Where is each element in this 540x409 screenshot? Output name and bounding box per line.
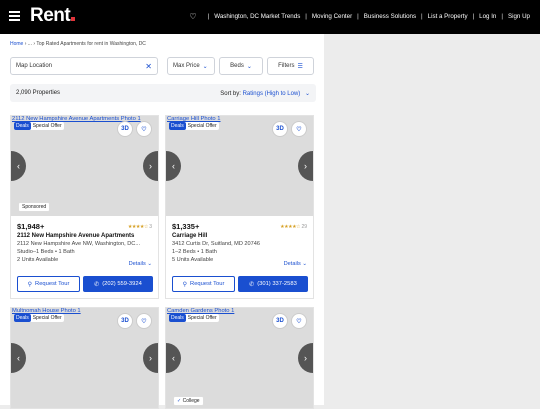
listing-beds: 1–2 Beds • 1 Bath xyxy=(172,249,217,255)
star-rating-icon: ★★★★☆ xyxy=(280,224,301,230)
beds-dropdown[interactable]: Beds ⌄ xyxy=(219,57,263,75)
next-photo-button[interactable]: › xyxy=(298,343,313,373)
favorite-heart-icon[interactable]: ♡ xyxy=(291,313,307,329)
listing-name[interactable]: Carriage Hill xyxy=(172,233,307,239)
chevron-down-icon: ⌄ xyxy=(302,261,307,267)
nav-market-trends[interactable]: Washington, DC Market Trends xyxy=(214,13,300,20)
chevron-down-icon: ⌄ xyxy=(202,63,208,70)
next-photo-button[interactable]: › xyxy=(298,151,313,181)
special-offer-label: Special Offer xyxy=(32,123,62,129)
max-price-dropdown[interactable]: Max Price ⌄ xyxy=(167,57,215,75)
chevron-down-icon: ⌄ xyxy=(304,90,310,97)
favorite-heart-icon[interactable]: ♡ xyxy=(291,121,307,137)
details-link[interactable]: Details ⌄ xyxy=(129,261,152,267)
special-offer-label: Special Offer xyxy=(187,123,217,129)
listing-photo[interactable]: Camden Gardens Photo 1 Deals Special Offe… xyxy=(166,308,313,408)
deals-badge: Deals Special Offer xyxy=(14,122,64,130)
site-logo[interactable]: Rent xyxy=(30,5,76,27)
tour-3d-button[interactable]: 3D xyxy=(272,121,288,137)
rating: ★★★★☆ 29 xyxy=(280,224,307,230)
chevron-down-icon: ⌄ xyxy=(246,63,252,70)
sliders-icon: ☰ xyxy=(297,63,303,70)
previous-photo-button[interactable]: ‹ xyxy=(166,151,181,181)
listing-card[interactable]: Camden Gardens Photo 1 Deals Special Offe… xyxy=(165,307,314,409)
breadcrumb-home[interactable]: Home xyxy=(10,41,23,47)
listing-info: $1,335+ ★★★★☆ 29 Carriage Hill 3412 Curt… xyxy=(166,216,313,298)
results-bar: 2,090 Properties Sort by: Ratings (High … xyxy=(10,84,316,102)
listing-photo[interactable]: Carriage Hill Photo 1 Deals Special Offer… xyxy=(166,116,313,216)
nav-list-property[interactable]: List a Property xyxy=(428,13,468,20)
next-photo-button[interactable]: › xyxy=(143,343,158,373)
deals-label: Deals xyxy=(14,314,31,322)
listing-photo[interactable]: 2112 New Hampshire Avenue Apartments Pho… xyxy=(11,116,158,216)
person-icon: ⚲ xyxy=(182,281,188,288)
sort-dropdown[interactable]: Sort by: Ratings (High to Low) ⌄ xyxy=(220,90,310,97)
star-rating-icon: ★★★★☆ xyxy=(127,224,148,230)
previous-photo-button[interactable]: ‹ xyxy=(11,151,26,181)
tour-3d-button[interactable]: 3D xyxy=(117,313,133,329)
details-link[interactable]: Details ⌄ xyxy=(284,261,307,267)
phone-icon: ✆ xyxy=(94,281,100,288)
clear-icon[interactable]: ✕ xyxy=(145,62,152,71)
tour-3d-button[interactable]: 3D xyxy=(117,121,133,137)
location-input[interactable]: Map Location ✕ xyxy=(10,57,158,75)
top-header: Rent ♡ | Washington, DC Market Trends | … xyxy=(0,0,540,34)
listing-photo[interactable]: Multnomah House Photo 1 Deals Special Off… xyxy=(11,308,158,408)
chevron-down-icon: ⌄ xyxy=(147,261,152,267)
rating: ★★★★☆ 3 xyxy=(128,224,152,230)
sort-label: Sort by: xyxy=(220,90,241,97)
special-offer-label: Special Offer xyxy=(32,315,62,321)
nav-business-solutions[interactable]: Business Solutions xyxy=(364,13,416,20)
heart-icon[interactable]: ♡ xyxy=(189,12,196,21)
sponsored-tag: Sponsored xyxy=(18,202,51,212)
map-area[interactable] xyxy=(324,34,540,405)
request-tour-button[interactable]: ⚲ Request Tour xyxy=(172,276,235,292)
previous-photo-button[interactable]: ‹ xyxy=(11,343,26,373)
listing-name[interactable]: 2112 New Hampshire Avenue Apartments xyxy=(17,233,152,239)
call-button[interactable]: ✆ (301) 337-2583 xyxy=(238,276,308,292)
listing-address: 2112 New Hampshire Ave NW, Washington, D… xyxy=(17,241,141,247)
nav-log-in[interactable]: Log In xyxy=(479,13,496,20)
deals-label: Deals xyxy=(169,122,186,130)
top-nav: ♡ | Washington, DC Market Trends | Movin… xyxy=(189,12,530,21)
listing-card[interactable]: 2112 New Hampshire Avenue Apartments Pho… xyxy=(10,115,159,299)
deals-badge: Deals Special Offer xyxy=(14,314,64,322)
listing-card[interactable]: Carriage Hill Photo 1 Deals Special Offer… xyxy=(165,115,314,299)
favorite-heart-icon[interactable]: ♡ xyxy=(136,313,152,329)
rating-count: 29 xyxy=(301,224,307,230)
deals-badge: Deals Special Offer xyxy=(169,122,219,130)
deals-label: Deals xyxy=(169,314,186,322)
previous-photo-button[interactable]: ‹ xyxy=(166,343,181,373)
phone-icon: ✆ xyxy=(249,281,255,288)
nav-moving-center[interactable]: Moving Center xyxy=(312,13,352,20)
person-icon: ⚲ xyxy=(27,281,33,288)
listing-address: 3412 Curtis Dr, Suitland, MD 20746 xyxy=(172,241,260,247)
rating-count: 3 xyxy=(149,224,152,230)
check-icon: ✓ xyxy=(177,398,182,404)
filters-button[interactable]: Filters ☰ xyxy=(267,57,314,75)
results-panel: Home › ... › Top Rated Apartments for re… xyxy=(0,34,324,409)
breadcrumb-current: Top Rated Apartments for rent in Washing… xyxy=(36,41,146,47)
menu-icon[interactable] xyxy=(9,11,20,21)
next-photo-button[interactable]: › xyxy=(143,151,158,181)
listing-beds: Studio–1 Beds • 1 Bath xyxy=(17,249,75,255)
nav-sign-up[interactable]: Sign Up xyxy=(508,13,530,20)
max-price-label: Max Price xyxy=(173,63,200,69)
location-placeholder: Map Location xyxy=(16,63,53,69)
favorite-heart-icon[interactable]: ♡ xyxy=(136,121,152,137)
sort-value[interactable]: Ratings (High to Low) xyxy=(243,91,301,97)
deals-badge: Deals Special Offer xyxy=(169,314,219,322)
results-count: 2,090 Properties xyxy=(16,90,61,96)
request-tour-button[interactable]: ⚲ Request Tour xyxy=(17,276,80,292)
listing-card[interactable]: Multnomah House Photo 1 Deals Special Off… xyxy=(10,307,159,409)
special-offer-label: Special Offer xyxy=(187,315,217,321)
breadcrumb: Home › ... › Top Rated Apartments for re… xyxy=(10,41,146,47)
listing-info: $1,948+ ★★★★☆ 3 2112 New Hampshire Avenu… xyxy=(11,216,158,298)
tour-3d-button[interactable]: 3D xyxy=(272,313,288,329)
call-button[interactable]: ✆ (202) 559-3924 xyxy=(83,276,153,292)
deals-label: Deals xyxy=(14,122,31,130)
filters-label: Filters xyxy=(278,63,295,69)
beds-label: Beds xyxy=(230,63,244,69)
